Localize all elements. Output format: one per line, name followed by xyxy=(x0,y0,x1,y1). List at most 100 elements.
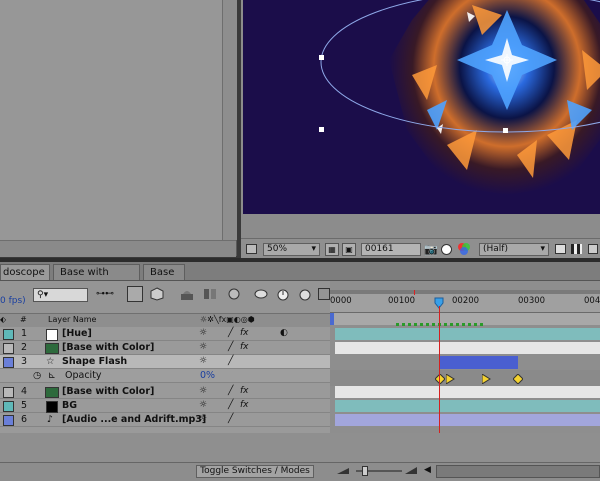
zoom-in-icon[interactable] xyxy=(404,466,418,476)
quality-switch-icon[interactable]: ╱ xyxy=(228,385,233,398)
tab-base[interactable]: Base xyxy=(143,264,185,280)
region-of-interest-icon[interactable] xyxy=(555,244,566,254)
camera-icon[interactable]: 📷 xyxy=(424,243,438,256)
always-preview-icon[interactable] xyxy=(246,244,257,254)
project-panel-scrollbar[interactable] xyxy=(222,0,237,240)
composition-canvas[interactable] xyxy=(243,0,600,214)
shy-switch-icon[interactable]: ☼ xyxy=(199,355,207,368)
quality-switch-icon[interactable]: ╱ xyxy=(228,399,233,412)
graph-editor-toggle-icon[interactable] xyxy=(318,288,330,300)
layer-name[interactable]: [Audio ...e and Adrift.mp3] xyxy=(62,413,206,426)
layer-name[interactable]: [Hue] xyxy=(62,327,92,340)
color-channels-icon[interactable] xyxy=(456,242,472,256)
3d-view-icon[interactable] xyxy=(588,244,598,254)
project-panel-footer xyxy=(0,240,236,257)
layer-row-hue[interactable]: 1 [Hue] ☼ ╱ fx ◐ xyxy=(0,327,330,341)
scroll-left-icon[interactable]: ◀ xyxy=(424,465,435,477)
tab-kaleidoscope[interactable]: doscope xyxy=(0,264,50,280)
timeline-horizontal-scrollbar[interactable] xyxy=(436,465,600,478)
shy-switch-icon[interactable]: ☼ xyxy=(199,327,207,340)
label-color-swatch[interactable] xyxy=(3,415,14,426)
column-header-layer-name[interactable]: Layer Name xyxy=(48,315,96,324)
track-bar-base-with-color[interactable] xyxy=(335,342,600,354)
layer-row-shape-flash[interactable]: 3 ☆ Shape Flash ☼ ╱ xyxy=(0,355,330,369)
layer-row-base-with-color-2[interactable]: 4 [Base with Color] ☼ ╱ fx xyxy=(0,385,330,399)
ruler-tick-label: 00200 xyxy=(452,296,480,306)
resolution-dropdown[interactable]: (Half) ▾ xyxy=(479,243,549,256)
frame-blending-icon[interactable] xyxy=(203,287,217,301)
track-bar-hue[interactable] xyxy=(335,328,600,340)
effects-switch-icon[interactable]: fx xyxy=(240,385,249,398)
live-update-icon[interactable] xyxy=(127,286,143,302)
work-area-start-handle[interactable] xyxy=(330,313,334,325)
quality-switch-icon[interactable]: ╱ xyxy=(228,327,233,340)
property-value[interactable]: 0% xyxy=(200,369,215,382)
layer-row-base-with-color[interactable]: 2 [Base with Color] ☼ ╱ fx xyxy=(0,341,330,355)
time-ruler[interactable]: 0000 00100 00200 00300 004 xyxy=(330,290,600,313)
label-color-swatch[interactable] xyxy=(3,387,14,398)
transparency-grid-icon[interactable] xyxy=(571,244,582,254)
layer-name[interactable]: Shape Flash xyxy=(62,355,127,368)
draft-3d-icon[interactable] xyxy=(150,287,164,301)
audio-file-icon: ♪ xyxy=(47,414,54,425)
show-snapshot-icon[interactable] xyxy=(441,244,452,255)
effects-switch-icon[interactable]: fx xyxy=(240,327,249,340)
column-header-number: # xyxy=(20,315,27,324)
toggle-switches-modes-button[interactable]: Toggle Switches / Modes xyxy=(196,465,314,478)
layer-name[interactable]: BG xyxy=(62,399,77,412)
graph-icon: ⊾ xyxy=(48,370,56,381)
shy-switch-icon[interactable]: ☼ xyxy=(199,413,207,426)
keyframe-icon[interactable] xyxy=(512,373,524,385)
effects-switch-icon[interactable]: fx xyxy=(240,341,249,354)
track-bar-audio[interactable] xyxy=(335,414,600,426)
layer-row-audio[interactable]: 6 ♪ [Audio ...e and Adrift.mp3] ☼ ╱ xyxy=(0,413,330,427)
layer-name[interactable]: [Base with Color] xyxy=(62,385,154,398)
shy-switch-icon[interactable]: ☼ xyxy=(199,385,207,398)
property-row-opacity[interactable]: ◷ ⊾ Opacity 0% xyxy=(0,369,330,383)
fit-frame-icon[interactable]: ▦ xyxy=(325,243,339,256)
track-bar-base-with-color-2[interactable] xyxy=(335,386,600,398)
magnification-dropdown[interactable]: 50% ▾ xyxy=(263,243,320,256)
search-icon: ⚲▾ xyxy=(37,290,49,300)
layer-row-bg[interactable]: 5 BG ☼ ╱ fx xyxy=(0,399,330,413)
stopwatch-icon[interactable]: ◷ xyxy=(33,369,41,382)
quality-switch-icon[interactable]: ╱ xyxy=(228,413,233,426)
tab-base-with-color[interactable]: Base with Color xyxy=(53,264,140,294)
layer-number: 5 xyxy=(21,400,28,411)
composition-mini-flowchart-icon[interactable]: ⊶⊷ xyxy=(96,289,118,301)
effects-switch-icon[interactable]: fx xyxy=(240,399,249,412)
safe-margins-icon[interactable]: ▣ xyxy=(342,243,356,256)
track-bar-shape-flash[interactable] xyxy=(440,356,518,369)
track-bar-bg[interactable] xyxy=(335,400,600,412)
current-time-field[interactable]: 00161 xyxy=(361,243,421,256)
zoom-out-icon[interactable] xyxy=(336,466,350,476)
label-color-swatch[interactable] xyxy=(3,357,14,368)
keyframe-icon[interactable] xyxy=(434,373,446,385)
label-color-swatch[interactable] xyxy=(3,401,14,412)
current-time-value: 00161 xyxy=(365,244,394,254)
quality-switch-icon[interactable]: ╱ xyxy=(228,355,233,368)
hide-shy-layers-icon[interactable] xyxy=(180,287,194,301)
motion-blur-icon[interactable] xyxy=(226,287,240,301)
brainstorm-icon[interactable] xyxy=(254,287,268,301)
label-color-swatch[interactable] xyxy=(3,329,14,340)
fps-readout: 0 fps) xyxy=(0,296,26,306)
layer-name[interactable]: [Base with Color] xyxy=(62,341,154,354)
shape-layer-star-icon: ☆ xyxy=(46,356,55,367)
label-color-swatch[interactable] xyxy=(3,343,14,354)
work-area-bar[interactable] xyxy=(330,290,600,294)
layer-search-input[interactable]: ⚲▾ xyxy=(33,288,88,302)
keyframe-icon[interactable] xyxy=(481,373,492,385)
resolution-value: (Half) xyxy=(483,244,508,254)
auto-keyframe-icon[interactable] xyxy=(276,287,290,301)
keyframe-icon[interactable] xyxy=(445,373,456,385)
shy-switch-icon[interactable]: ☼ xyxy=(199,341,207,354)
graph-editor-icon[interactable] xyxy=(298,287,312,301)
adjustment-switch-icon[interactable]: ◐ xyxy=(280,327,288,340)
timeline-tab-bar: doscope Base with Color Base xyxy=(0,262,600,294)
chevron-down-icon: ▾ xyxy=(311,244,316,254)
quality-switch-icon[interactable]: ╱ xyxy=(228,341,233,354)
toggle-switches-modes-label: Toggle Switches / Modes xyxy=(200,466,310,476)
zoom-slider-handle[interactable] xyxy=(362,466,368,476)
shy-switch-icon[interactable]: ☼ xyxy=(199,399,207,412)
